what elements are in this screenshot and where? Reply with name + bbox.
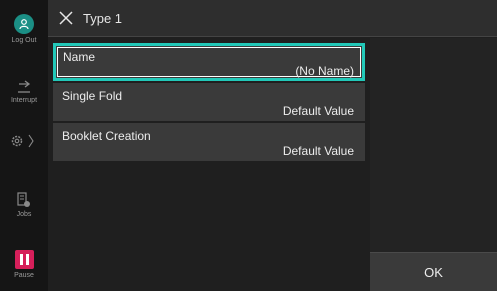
item-label: Name [63, 50, 96, 64]
list-item-single-fold[interactable]: Single Fold Default Value [53, 83, 365, 121]
pause-icon [14, 250, 34, 269]
item-value: (No Name) [295, 64, 354, 78]
gear-icon [11, 134, 34, 148]
jobs-button[interactable]: Jobs [0, 192, 48, 218]
interrupt-label: Interrupt [10, 97, 38, 104]
list-item-booklet-creation[interactable]: Booklet Creation Default Value [53, 123, 365, 161]
jobs-icon [17, 192, 30, 207]
list-item-name[interactable]: Name (No Name) [53, 43, 365, 81]
settings-list: Name (No Name) Single Fold Default Value… [53, 43, 365, 163]
logout-label: Log Out [11, 37, 37, 44]
logout-button[interactable]: Log Out [0, 14, 48, 44]
pause-button[interactable]: Pause [0, 250, 48, 279]
item-value: Default Value [282, 104, 354, 118]
header-bar: Type 1 [48, 0, 497, 37]
item-value: Default Value [282, 144, 354, 158]
pause-label: Pause [14, 272, 34, 279]
ok-button[interactable]: OK [370, 252, 497, 291]
close-icon [59, 11, 73, 25]
close-button[interactable] [58, 10, 74, 26]
interrupt-icon [18, 80, 31, 93]
tools-button[interactable] [0, 133, 48, 149]
item-label: Single Fold [62, 89, 123, 103]
interrupt-button[interactable]: Interrupt [0, 80, 48, 104]
screen: Log Out Interrupt Jobs Pause Type 1 Name… [0, 0, 497, 291]
item-label: Booklet Creation [62, 129, 151, 143]
left-rail: Log Out Interrupt Jobs Pause [0, 0, 48, 291]
jobs-label: Jobs [16, 211, 32, 218]
page-title: Type 1 [83, 11, 123, 26]
user-icon [14, 14, 34, 34]
